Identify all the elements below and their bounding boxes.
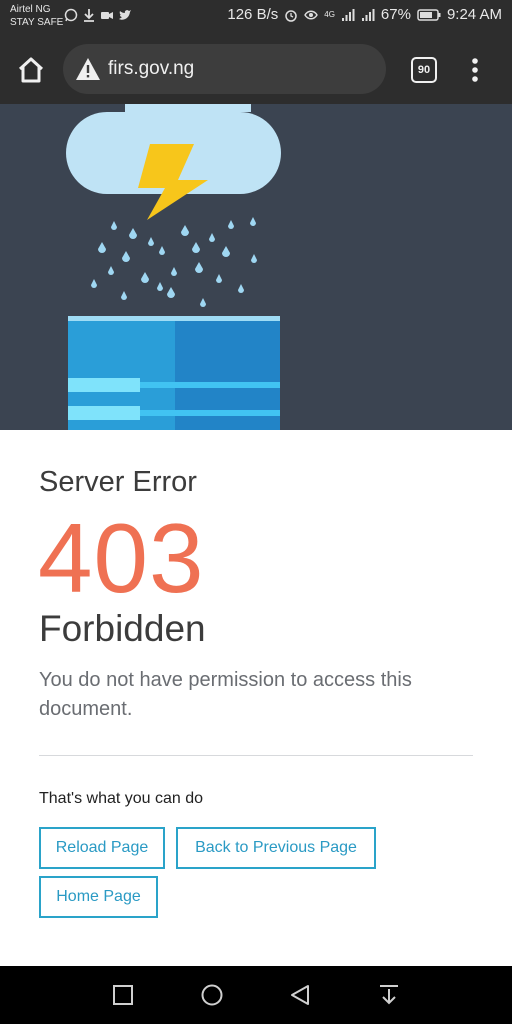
download-icon	[84, 9, 94, 22]
server-icon	[68, 316, 280, 430]
home-circle-icon[interactable]	[199, 982, 225, 1008]
status-bar: Airtel NG STAY SAFE 126 B/s 4G 67% 9:24 …	[0, 0, 512, 36]
error-content: Server Error 403 Forbidden You do not ha…	[0, 430, 512, 966]
notification-pull-icon[interactable]	[376, 982, 402, 1008]
error-code: 403	[38, 503, 205, 613]
actions-label: That's what you can do	[39, 790, 204, 807]
battery-icon	[417, 8, 441, 21]
raindrops-icon	[91, 217, 257, 307]
tab-switcher-button[interactable]: 90	[411, 57, 437, 83]
signal-icon-2	[361, 8, 375, 21]
url-text[interactable]: firs.gov.ng	[108, 58, 194, 80]
home-icon[interactable]	[16, 55, 46, 85]
status-right: 126 B/s 4G 67% 9:24 AM	[227, 6, 502, 23]
browser-toolbar: firs.gov.ng 90	[0, 36, 512, 104]
back-triangle-icon[interactable]	[287, 982, 313, 1008]
overflow-menu-icon[interactable]	[465, 56, 485, 84]
carrier-name: Airtel NG	[10, 4, 51, 15]
alarm-icon	[285, 9, 297, 22]
camera-icon	[101, 12, 113, 19]
network-speed: 126 B/s	[227, 6, 279, 23]
error-title: Server Error	[39, 466, 197, 498]
reload-page-button[interactable]: Reload Page	[39, 827, 165, 869]
whatsapp-icon	[64, 8, 78, 22]
error-status: Forbidden	[39, 608, 206, 649]
clock: 9:24 AM	[446, 6, 502, 23]
recent-apps-icon[interactable]	[110, 982, 136, 1008]
carrier-info: Airtel NG STAY SAFE	[10, 3, 63, 29]
cloud-top	[125, 104, 251, 112]
signal-icon	[341, 8, 355, 21]
storm-server-illustration	[66, 104, 281, 430]
twitter-icon	[119, 10, 131, 20]
eye-comfort-icon	[304, 10, 319, 19]
system-navigation-bar	[0, 966, 512, 1024]
warning-icon[interactable]	[75, 57, 101, 81]
home-page-button[interactable]: Home Page	[39, 876, 158, 918]
battery-percent: 67%	[380, 6, 411, 23]
error-illustration	[0, 104, 512, 430]
divider	[39, 755, 473, 756]
notification-icons	[64, 8, 132, 22]
carrier-tagline: STAY SAFE	[10, 17, 64, 28]
network-type: 4G	[324, 9, 335, 19]
back-to-previous-page-button[interactable]: Back to Previous Page	[176, 827, 376, 869]
error-message: You do not have permission to access thi…	[39, 669, 412, 720]
address-bar[interactable]: firs.gov.ng	[63, 44, 386, 94]
